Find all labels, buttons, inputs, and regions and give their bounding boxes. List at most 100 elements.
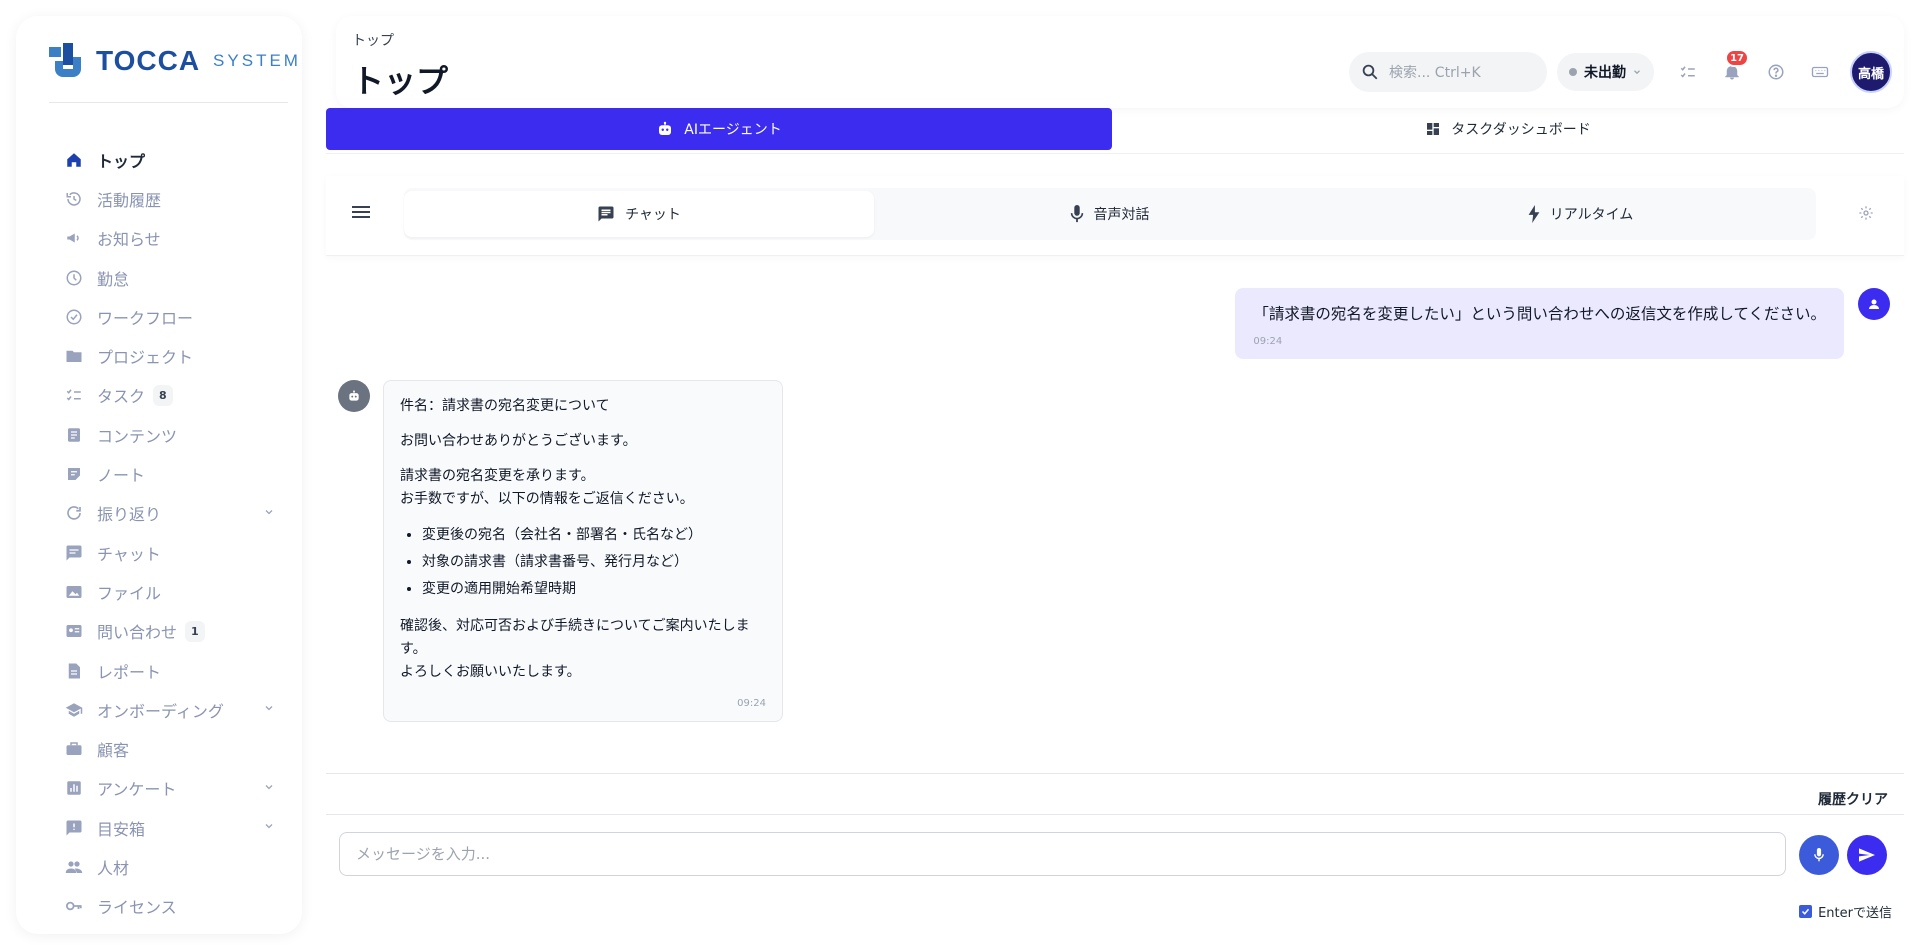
enter-to-send-checkbox[interactable] [1799, 905, 1813, 918]
sidebar-item-label: アンケート [97, 780, 177, 800]
report-icon [64, 661, 84, 681]
status-dot [1569, 68, 1577, 76]
sidebar-item-label: オンボーディング [97, 701, 224, 721]
sidebar-item-label: レポート [97, 662, 162, 682]
sidebar-item-2[interactable]: お知らせ [16, 219, 302, 258]
sidebar-item-label: お知らせ [97, 230, 161, 250]
tab-realtime-label: リアルタイム [1549, 207, 1634, 223]
list-item: 変更後の宛名（会社名・部署名・氏名など） [422, 522, 766, 549]
bell-icon[interactable]: 17 [1715, 49, 1749, 89]
tab-realtime[interactable]: リアルタイム [1345, 191, 1816, 237]
send-icon [1859, 848, 1875, 862]
attendance-status-dropdown[interactable]: 未出勤 [1557, 53, 1654, 91]
enter-to-send-label: Enterで送信 [1818, 906, 1892, 921]
sidebar-item-15[interactable]: 顧客 [16, 729, 302, 768]
bot-message-time: 09:24 [737, 698, 766, 709]
chat-mode-bar: チャット 音声対話 リアルタイム [326, 176, 1904, 256]
list-item: 対象の請求書（請求書番号、発行月など） [422, 549, 766, 576]
message-input[interactable] [339, 832, 1786, 876]
refresh-icon [64, 503, 84, 523]
home-icon [64, 150, 84, 170]
search-box[interactable]: 検索... Ctrl+K [1349, 52, 1547, 92]
bot-avatar-icon [338, 380, 370, 412]
sidebar-item-label: 問い合わせ [97, 623, 178, 643]
sidebar-item-10[interactable]: チャット [16, 533, 302, 572]
megaphone-icon [64, 228, 84, 248]
sidebar-item-label: ファイル [97, 583, 162, 603]
sidebar-item-20[interactable]: AIエージェント [16, 926, 302, 934]
status-label: 未出勤 [1584, 65, 1626, 81]
sidebar-item-label: 活動履歴 [97, 190, 162, 210]
sidebar-item-label: コンテンツ [97, 426, 178, 446]
sidebar-item-7[interactable]: コンテンツ [16, 415, 302, 454]
sidebar-item-1[interactable]: 活動履歴 [16, 179, 302, 218]
check-circle-icon [64, 307, 84, 327]
tab-chat[interactable]: チャット [404, 191, 874, 237]
clock-icon [64, 268, 84, 288]
bot-closing-line-1: 確認後、対応可否および手続きについてご案内いたします。 [400, 618, 750, 657]
sidebar-item-0[interactable]: トップ [16, 140, 302, 179]
task-checklist-icon[interactable] [1671, 55, 1705, 89]
sidebar-item-label: 勤怠 [97, 269, 130, 289]
document-icon [64, 425, 84, 445]
sidebar-item-4[interactable]: ワークフロー [16, 297, 302, 336]
chat-area: 「請求書の宛名を変更したい」という問い合わせへの返信文を作成してください。 09… [326, 256, 1904, 773]
briefcase-icon [64, 739, 84, 759]
main-tabs: AIエージェント タスクダッシュボード [326, 108, 1904, 154]
send-button[interactable] [1847, 835, 1887, 875]
keyboard-icon[interactable] [1803, 55, 1837, 89]
bot-bullet-list: 変更後の宛名（会社名・部署名・氏名など） 対象の請求書（請求書番号、発行月など）… [400, 522, 766, 603]
user-avatar-icon [1858, 288, 1890, 320]
enter-to-send-option[interactable]: Enterで送信 [1799, 902, 1892, 921]
sidebar-item-6[interactable]: タスク 8 [16, 376, 302, 415]
gear-icon[interactable] [1858, 205, 1874, 221]
search-placeholder: 検索... Ctrl+K [1389, 65, 1481, 81]
tab-task-dashboard[interactable]: タスクダッシュボード [1112, 108, 1904, 150]
bot-subject: 件名：請求書の宛名変更について [400, 398, 610, 414]
key-icon [64, 896, 84, 916]
sidebar-item-3[interactable]: 勤怠 [16, 258, 302, 297]
sidebar-item-label: トップ [97, 151, 146, 171]
tab-chat-label: チャット [625, 207, 681, 223]
clear-history-button[interactable]: 履歴クリア [1818, 789, 1888, 809]
user-avatar[interactable]: 高橋 [1850, 51, 1892, 93]
sidebar-item-14[interactable]: オンボーディング [16, 690, 302, 729]
sidebar-item-11[interactable]: ファイル [16, 572, 302, 611]
menu-icon[interactable] [352, 204, 370, 220]
sidebar-item-17[interactable]: 目安箱 [16, 808, 302, 847]
brand-logo[interactable]: TOCCA SYSTEMS [49, 43, 302, 79]
chat-mode-tabs: チャット 音声対話 リアルタイム [404, 188, 1816, 240]
chevron-down-icon[interactable] [263, 820, 275, 832]
sidebar-item-19[interactable]: ライセンス [16, 887, 302, 926]
robot-icon [656, 120, 684, 138]
tab-voice-label: 音声対話 [1093, 207, 1150, 223]
sidebar-item-16[interactable]: アンケート [16, 769, 302, 808]
feedback-icon [64, 818, 84, 838]
sidebar-item-8[interactable]: ノート [16, 454, 302, 493]
sidebar-item-12[interactable]: 問い合わせ 1 [16, 612, 302, 651]
sidebar-item-9[interactable]: 振り返り [16, 494, 302, 533]
chevron-down-icon [1632, 67, 1642, 77]
tab-ai-agent[interactable]: AIエージェント [326, 108, 1112, 150]
voice-input-button[interactable] [1799, 835, 1839, 875]
sidebar-item-label: ライセンス [97, 898, 177, 918]
sidebar-item-13[interactable]: レポート [16, 651, 302, 690]
chat-icon [64, 543, 84, 563]
breadcrumb[interactable]: トップ [352, 30, 394, 50]
user-message-text: 「請求書の宛名を変更したい」という問い合わせへの返信文を作成してください。 [1253, 305, 1826, 323]
chevron-down-icon[interactable] [263, 781, 275, 793]
sidebar-item-5[interactable]: プロジェクト [16, 336, 302, 375]
history-icon [64, 189, 84, 209]
chevron-down-icon[interactable] [263, 506, 275, 518]
divider [326, 814, 1904, 815]
sidebar-item-18[interactable]: 人材 [16, 847, 302, 886]
sidebar-item-label: 目安箱 [97, 819, 146, 839]
count-badge: 1 [185, 620, 205, 642]
tab-voice[interactable]: 音声対話 [874, 191, 1345, 237]
chevron-down-icon[interactable] [263, 702, 275, 714]
help-icon[interactable] [1759, 55, 1793, 89]
brand-name: TOCCA [96, 45, 201, 76]
folder-icon [64, 346, 84, 366]
brand-sub: SYSTEMS [213, 51, 302, 70]
chat-icon [597, 205, 625, 223]
